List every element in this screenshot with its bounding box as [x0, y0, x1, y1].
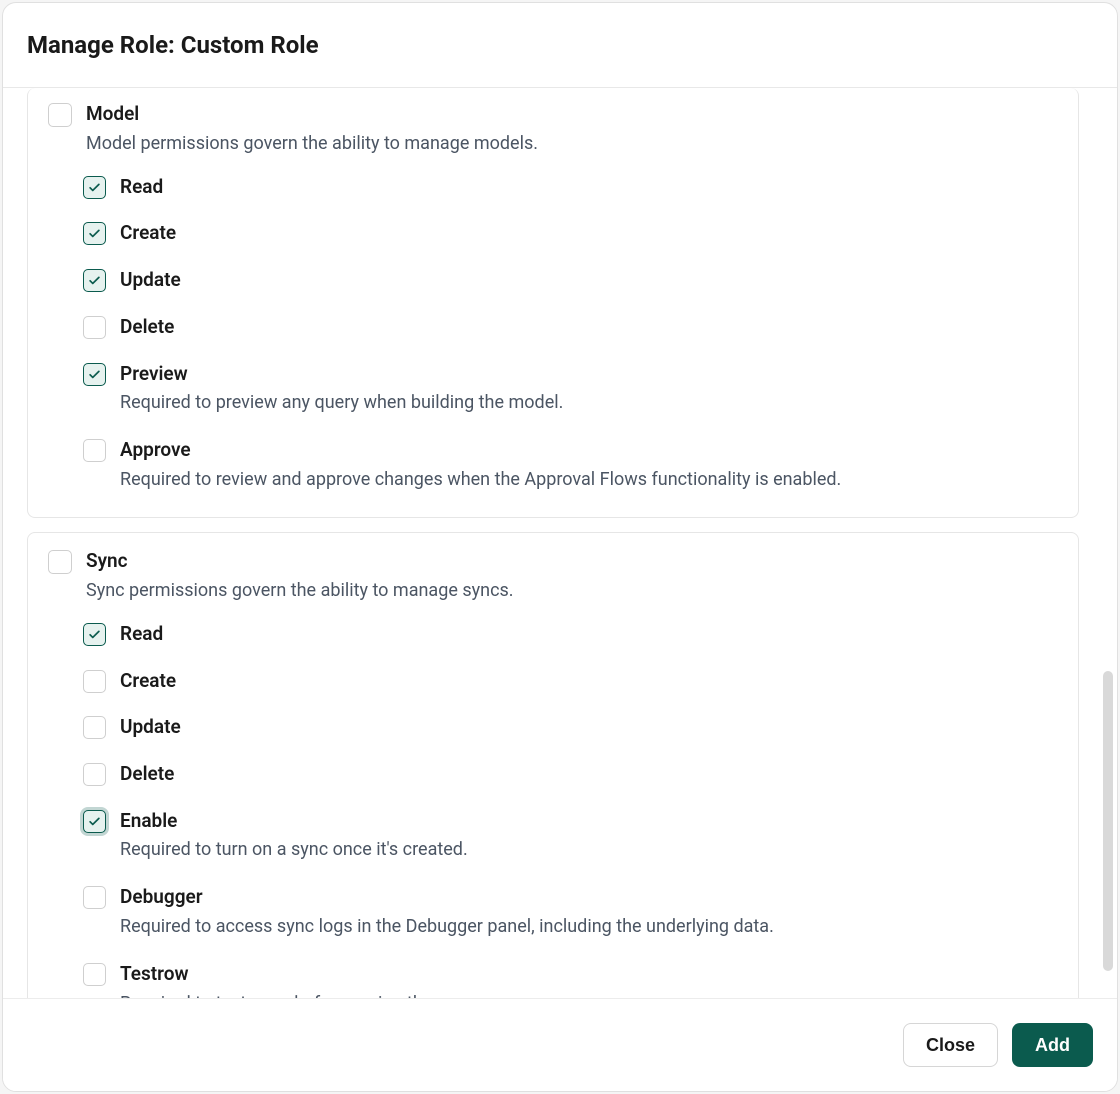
section-model-head: Model Model permissions govern the abili… — [48, 102, 1058, 157]
check-icon — [87, 180, 102, 195]
permission-desc: Required to review and approve changes w… — [120, 467, 841, 493]
permission-model-update: Update — [83, 268, 1058, 293]
permission-text: Update — [120, 715, 181, 740]
permission-text: Debugger Required to access sync logs in… — [120, 885, 774, 940]
permission-text: Create — [120, 221, 176, 246]
permission-model-read: Read — [83, 175, 1058, 200]
checkbox-sync-delete[interactable] — [83, 763, 106, 786]
close-button[interactable]: Close — [903, 1023, 998, 1067]
permission-sync-create: Create — [83, 669, 1058, 694]
checkbox-model-approve[interactable] — [83, 439, 106, 462]
check-icon — [87, 273, 102, 288]
permission-sync-testrow: Testrow Required to test rows before sav… — [83, 962, 1058, 998]
permission-text: Delete — [120, 762, 174, 787]
section-model: Model Model permissions govern the abili… — [27, 88, 1079, 518]
permission-label: Debugger — [120, 885, 774, 910]
check-icon — [87, 627, 102, 642]
permission-label: Delete — [120, 762, 174, 787]
permission-label: Preview — [120, 362, 563, 387]
add-button[interactable]: Add — [1012, 1023, 1093, 1067]
permission-label: Enable — [120, 809, 468, 834]
checkbox-model-delete[interactable] — [83, 316, 106, 339]
section-model-title: Model — [86, 102, 538, 127]
permission-label: Delete — [120, 315, 174, 340]
dialog-body[interactable]: Model Model permissions govern the abili… — [3, 88, 1117, 998]
permission-desc: Required to test rows before saving the … — [120, 991, 479, 998]
sync-permissions-list: Read Create Update — [83, 622, 1058, 998]
permission-label: Update — [120, 715, 181, 740]
permission-text: Approve Required to review and approve c… — [120, 438, 841, 493]
checkbox-model-read[interactable] — [83, 176, 106, 199]
checkbox-sync-update[interactable] — [83, 716, 106, 739]
permission-sync-delete: Delete — [83, 762, 1058, 787]
section-sync-head: Sync Sync permissions govern the ability… — [48, 549, 1058, 604]
dialog-header: Manage Role: Custom Role — [3, 3, 1117, 88]
permission-text: Delete — [120, 315, 174, 340]
checkbox-sync-read[interactable] — [83, 623, 106, 646]
model-permissions-list: Read Create Update — [83, 175, 1058, 493]
permission-model-delete: Delete — [83, 315, 1058, 340]
permission-desc: Required to preview any query when build… — [120, 390, 563, 416]
section-sync: Sync Sync permissions govern the ability… — [27, 532, 1079, 998]
checkbox-sync-testrow[interactable] — [83, 963, 106, 986]
checkbox-sync-debugger[interactable] — [83, 886, 106, 909]
section-sync-desc: Sync permissions govern the ability to m… — [86, 578, 514, 604]
checkbox-sync-all[interactable] — [48, 550, 72, 574]
permission-text: Create — [120, 669, 176, 694]
check-icon — [87, 367, 102, 382]
permission-label: Update — [120, 268, 181, 293]
permission-label: Create — [120, 221, 176, 246]
checkbox-model-all[interactable] — [48, 103, 72, 127]
permission-text: Read — [120, 622, 163, 647]
permission-text: Testrow Required to test rows before sav… — [120, 962, 479, 998]
permission-sync-read: Read — [83, 622, 1058, 647]
permission-model-create: Create — [83, 221, 1058, 246]
checkbox-model-create[interactable] — [83, 222, 106, 245]
checkbox-model-preview[interactable] — [83, 363, 106, 386]
permission-text: Read — [120, 175, 163, 200]
manage-role-dialog: Manage Role: Custom Role Model Model per… — [2, 2, 1118, 1092]
check-icon — [87, 226, 102, 241]
permission-sync-debugger: Debugger Required to access sync logs in… — [83, 885, 1058, 940]
permission-label: Read — [120, 175, 163, 200]
section-model-text: Model Model permissions govern the abili… — [86, 102, 538, 157]
dialog-title: Manage Role: Custom Role — [27, 31, 1093, 59]
permission-desc: Required to turn on a sync once it's cre… — [120, 837, 468, 863]
permission-model-preview: Preview Required to preview any query wh… — [83, 362, 1058, 417]
checkbox-sync-enable[interactable] — [83, 810, 106, 833]
permission-text: Enable Required to turn on a sync once i… — [120, 809, 468, 864]
checkbox-model-update[interactable] — [83, 269, 106, 292]
section-sync-text: Sync Sync permissions govern the ability… — [86, 549, 514, 604]
permission-desc: Required to access sync logs in the Debu… — [120, 914, 774, 940]
permission-text: Update — [120, 268, 181, 293]
permission-sync-update: Update — [83, 715, 1058, 740]
dialog-footer: Close Add — [3, 998, 1117, 1091]
check-icon — [87, 814, 102, 829]
permission-label: Create — [120, 669, 176, 694]
permission-model-approve: Approve Required to review and approve c… — [83, 438, 1058, 493]
section-model-desc: Model permissions govern the ability to … — [86, 131, 538, 157]
permission-label: Testrow — [120, 962, 479, 987]
permission-label: Read — [120, 622, 163, 647]
section-sync-title: Sync — [86, 549, 514, 574]
checkbox-sync-create[interactable] — [83, 670, 106, 693]
permission-label: Approve — [120, 438, 841, 463]
permission-sync-enable: Enable Required to turn on a sync once i… — [83, 809, 1058, 864]
permission-text: Preview Required to preview any query wh… — [120, 362, 563, 417]
